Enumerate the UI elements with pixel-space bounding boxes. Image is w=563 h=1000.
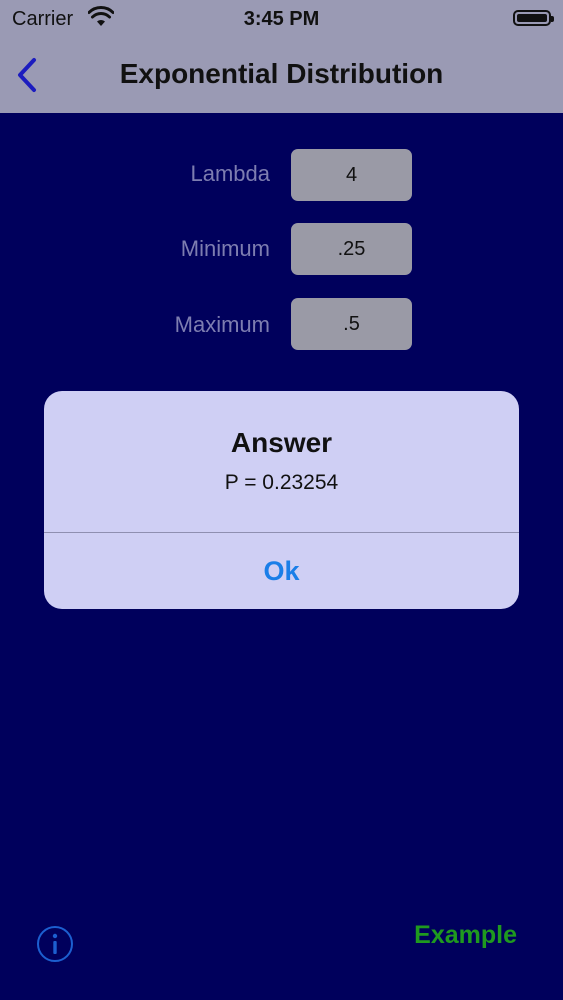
info-button[interactable] xyxy=(36,925,74,963)
example-button[interactable]: Example xyxy=(414,921,517,950)
minimum-field[interactable] xyxy=(291,223,412,275)
status-bar: Carrier 3:45 PM xyxy=(0,0,563,40)
clock-time: 3:45 PM xyxy=(243,8,320,30)
maximum-label: Maximum xyxy=(174,312,270,337)
lambda-field[interactable] xyxy=(291,149,412,201)
alert-title: Answer xyxy=(230,427,333,458)
battery-icon xyxy=(513,10,554,26)
info-icon xyxy=(37,926,73,962)
maximum-field[interactable] xyxy=(291,298,412,350)
lambda-label: Lambda xyxy=(190,161,270,186)
minimum-label: Minimum xyxy=(180,236,270,261)
ok-button[interactable]: Ok xyxy=(44,533,519,609)
alert-message: P = 0.23254 xyxy=(224,471,339,494)
navigation-bar: Carrier 3:45 PM Exponential Distribution xyxy=(0,0,563,113)
page-title: Exponential Distribution xyxy=(119,58,444,89)
answer-alert: Answer P = 0.23254 Ok xyxy=(44,391,519,609)
